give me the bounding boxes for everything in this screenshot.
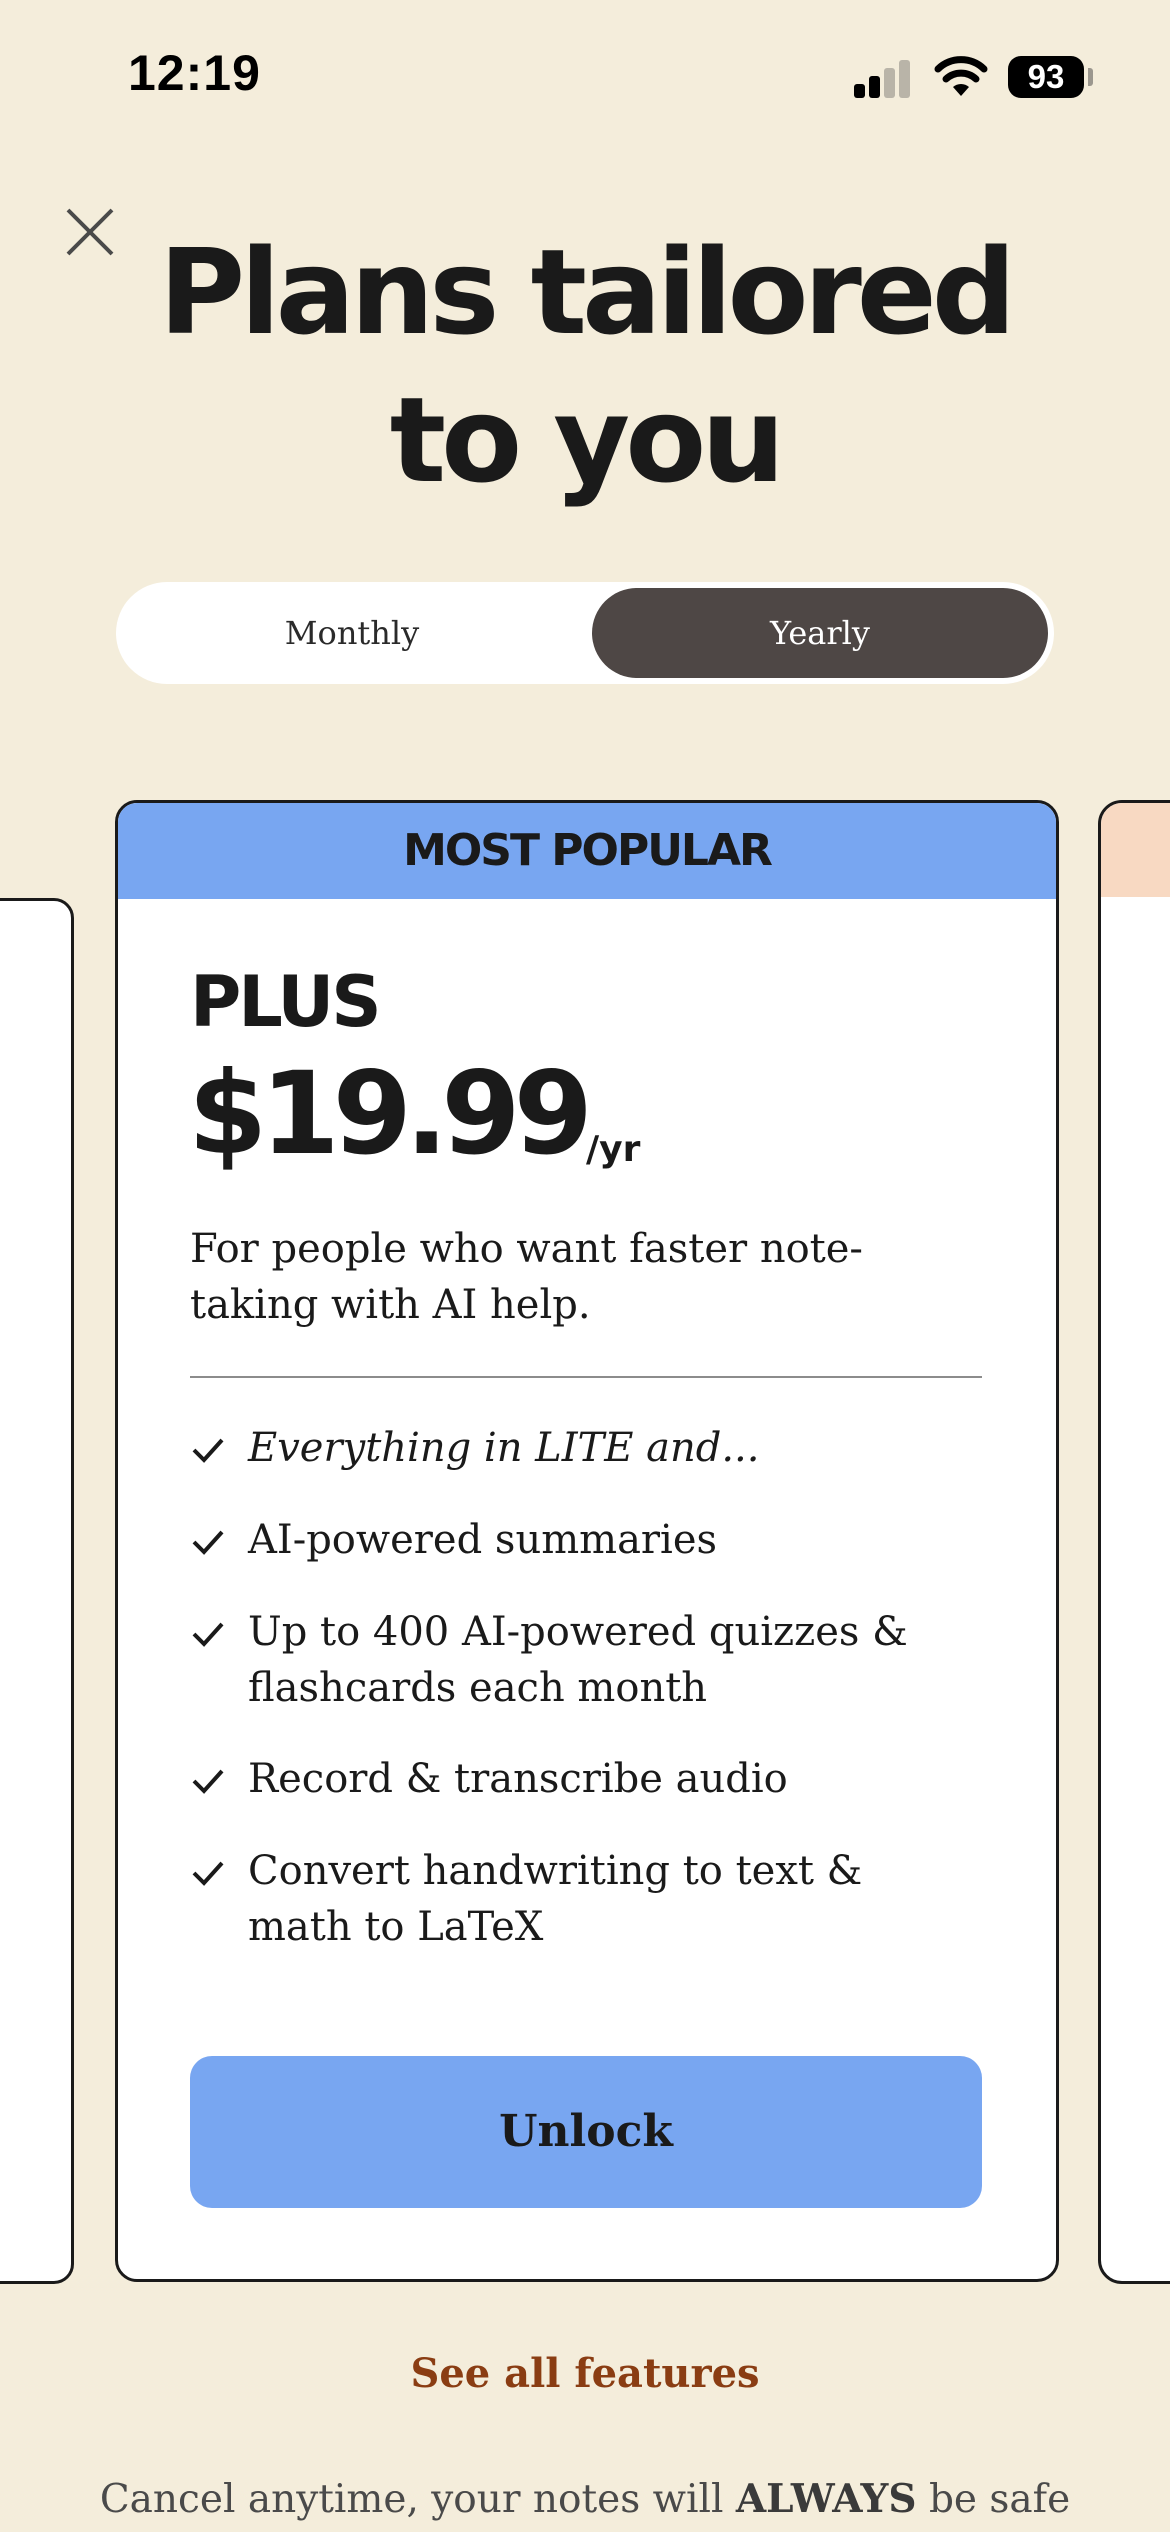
plan-price: $19.99 [188, 1047, 593, 1180]
plan-name: PLUS [190, 961, 382, 1043]
page-title: Plans tailored to you [0, 218, 1170, 514]
plan-period: /yr [586, 1129, 641, 1170]
checkmark-icon [192, 1769, 224, 1794]
cancel-note: Cancel anytime, your notes will ALWAYS b… [0, 2476, 1170, 2522]
status-time: 12:19 [128, 45, 261, 101]
feature-text: Up to 400 AI-powered quizzes & flashcard… [248, 1609, 908, 1711]
feature-text: Convert handwriting to text & math to La… [248, 1848, 863, 1950]
checkmark-icon [192, 1530, 224, 1555]
battery-indicator: 93 [1008, 56, 1084, 98]
see-all-features-link[interactable]: See all features [0, 2350, 1170, 2397]
cancel-note-suffix: be safe [916, 2477, 1071, 2522]
page-title-line1: Plans tailored [158, 223, 1017, 361]
cancel-note-prefix: Cancel anytime, your notes will [99, 2477, 736, 2522]
billing-period-toggle: Monthly Yearly [116, 582, 1054, 684]
divider [190, 1376, 982, 1378]
checkmark-icon [192, 1622, 224, 1647]
wifi-icon [934, 56, 988, 96]
toggle-monthly[interactable]: Monthly [122, 588, 582, 678]
checkmark-icon [192, 1438, 224, 1463]
checkmark-icon [192, 1861, 224, 1886]
battery-tip [1088, 68, 1093, 86]
plan-card-plus: MOST POPULAR PLUS $19.99 /yr For people … [115, 800, 1059, 2282]
feature-text: Record & transcribe audio [248, 1756, 788, 1802]
unlock-button[interactable]: Unlock [190, 2056, 982, 2208]
toggle-yearly[interactable]: Yearly [592, 588, 1048, 678]
next-plan-card[interactable] [1098, 800, 1170, 2284]
feature-text: Everything in LITE and... [248, 1425, 760, 1471]
feature-text: AI-powered summaries [248, 1517, 718, 1563]
page-title-line2: to you [389, 371, 786, 509]
cellular-signal-icon [854, 58, 914, 98]
cancel-note-emphasis: ALWAYS [735, 2476, 917, 2522]
plan-description: For people who want faster note-taking w… [190, 1226, 863, 1328]
previous-plan-card[interactable] [0, 898, 74, 2284]
most-popular-banner: MOST POPULAR [118, 803, 1056, 899]
next-plan-banner [1101, 803, 1170, 897]
